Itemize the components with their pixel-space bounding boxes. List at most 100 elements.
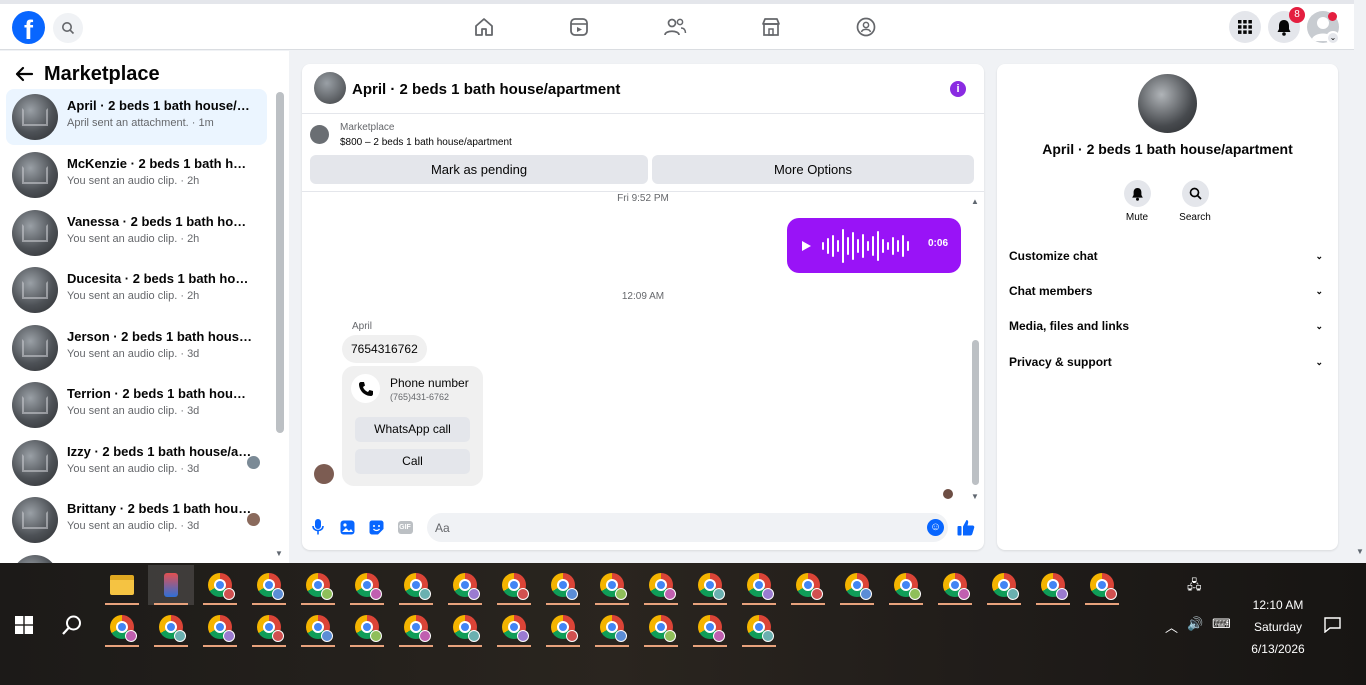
reels-icon[interactable] — [566, 14, 592, 40]
chrome-profile-icon[interactable] — [442, 565, 488, 605]
chrome-profile-icon[interactable] — [981, 565, 1027, 605]
chrome-profile-icon[interactable] — [197, 565, 243, 605]
friends-icon[interactable] — [662, 14, 688, 40]
more-options-button[interactable]: More Options — [652, 155, 974, 184]
facebook-logo[interactable]: f — [12, 11, 45, 44]
taskbar-search-icon[interactable] — [61, 614, 83, 636]
marketplace-icon[interactable] — [758, 14, 784, 40]
conversation-item[interactable] — [6, 550, 267, 563]
chrome-profile-icon[interactable] — [295, 607, 341, 647]
conversation-item[interactable]: Ducesita · 2 beds 1 bath house/apartment… — [6, 262, 267, 318]
keyboard-icon[interactable]: ⌨ — [1212, 616, 1231, 632]
search-conversation-button[interactable]: Search — [1170, 180, 1220, 223]
chrome-profile-icon[interactable] — [491, 565, 537, 605]
conversation-item[interactable]: Brittany · 2 beds 1 bath house/apartment… — [6, 492, 267, 548]
chrome-profile-icon[interactable] — [344, 607, 390, 647]
microphone-icon[interactable] — [310, 519, 326, 535]
info-icon[interactable]: i — [950, 81, 966, 97]
chevron-up-icon[interactable]: ︿ — [1165, 617, 1178, 636]
play-icon[interactable] — [801, 240, 812, 252]
conversation-item[interactable]: Izzy · 2 beds 1 bath house/apartment You… — [6, 435, 267, 491]
gif-icon[interactable]: GIF — [397, 519, 413, 535]
chrome-profile-icon[interactable] — [687, 607, 733, 647]
windows-start-icon[interactable] — [15, 616, 33, 634]
chrome-profile-icon[interactable] — [589, 607, 635, 647]
action-center-icon[interactable] — [1324, 617, 1341, 633]
listing-price-title[interactable]: $800 – 2 beds 1 bath house/apartment — [340, 137, 512, 148]
chrome-profile-icon[interactable] — [540, 565, 586, 605]
chrome-profile-icon[interactable] — [1079, 565, 1125, 605]
chrome-profile-icon[interactable] — [638, 565, 684, 605]
chrome-profile-icon[interactable] — [246, 565, 292, 605]
file-explorer-icon[interactable] — [99, 565, 145, 605]
chrome-profile-icon[interactable] — [638, 607, 684, 647]
chevron-down-icon[interactable]: ⌄ — [1326, 31, 1340, 45]
search-icon[interactable] — [53, 13, 83, 43]
chrome-profile-icon[interactable] — [589, 565, 635, 605]
listing-avatar[interactable] — [1138, 74, 1197, 133]
listing-thumbnail[interactable] — [310, 125, 329, 144]
like-icon[interactable] — [957, 518, 975, 536]
page-scrollbar[interactable] — [1354, 51, 1366, 563]
phone-number-card[interactable]: Phone number (765)431-6762 WhatsApp call… — [342, 366, 483, 486]
chrome-profile-icon[interactable] — [932, 565, 978, 605]
conversation-item[interactable]: April · 2 beds 1 bath house/apartment Ap… — [6, 89, 267, 145]
scroll-down-arrow[interactable]: ▼ — [971, 492, 979, 501]
notifications-icon[interactable]: 8 — [1268, 7, 1305, 43]
chat-scrollbar[interactable] — [972, 340, 979, 485]
system-clock[interactable]: 12:10 AM Saturday 6/13/2026 — [1241, 594, 1315, 660]
chrome-profile-icon[interactable] — [491, 607, 537, 647]
chrome-profile-icon[interactable] — [344, 565, 390, 605]
chrome-profile-icon[interactable] — [148, 607, 194, 647]
received-message-bubble[interactable]: 7654316762 — [342, 335, 427, 363]
chat-avatar[interactable] — [314, 72, 346, 104]
whatsapp-call-button[interactable]: WhatsApp call — [355, 417, 470, 442]
chat-members-section[interactable]: Chat members ⌄ — [1009, 279, 1327, 303]
chrome-profile-icon[interactable] — [99, 607, 145, 647]
call-button[interactable]: Call — [355, 449, 470, 474]
home-icon[interactable] — [471, 14, 497, 40]
message-input[interactable] — [435, 519, 905, 536]
volume-icon[interactable]: 🔊 — [1187, 616, 1203, 632]
chrome-profile-icon[interactable] — [834, 565, 880, 605]
chrome-profile-icon[interactable] — [785, 565, 831, 605]
section-label: Customize chat — [1009, 249, 1098, 263]
emoji-icon[interactable]: ☺ — [927, 519, 944, 536]
conversation-item[interactable]: Jerson · 2 beds 1 bath house/apartment Y… — [6, 320, 267, 376]
chrome-profile-icon[interactable] — [736, 607, 782, 647]
audio-waveform — [822, 228, 909, 263]
chrome-profile-icon[interactable] — [442, 607, 488, 647]
scroll-down-arrow[interactable]: ▼ — [275, 549, 283, 558]
customize-chat-section[interactable]: Customize chat ⌄ — [1009, 244, 1327, 268]
sender-avatar[interactable] — [314, 464, 334, 484]
conversation-list-scrollbar[interactable] — [276, 92, 284, 433]
chrome-profile-icon[interactable] — [883, 565, 929, 605]
scroll-down-arrow[interactable]: ▼ — [1356, 547, 1364, 556]
menu-grid-icon[interactable] — [1229, 11, 1261, 43]
chrome-profile-icon[interactable] — [540, 607, 586, 647]
scroll-up-arrow[interactable]: ▲ — [971, 197, 979, 206]
chrome-profile-icon[interactable] — [736, 565, 782, 605]
media-files-links-section[interactable]: Media, files and links ⌄ — [1009, 314, 1327, 338]
back-arrow-icon[interactable] — [14, 66, 34, 82]
chrome-profile-icon[interactable] — [295, 565, 341, 605]
conversation-item[interactable]: Vanessa · 2 beds 1 bath house/apartment … — [6, 205, 267, 261]
chrome-profile-icon[interactable] — [246, 607, 292, 647]
snipping-tool-icon[interactable] — [148, 565, 194, 605]
chrome-profile-icon[interactable] — [197, 607, 243, 647]
chrome-profile-icon[interactable] — [1030, 565, 1076, 605]
conversation-item[interactable]: McKenzie · 2 beds 1 bath house/apartment… — [6, 147, 267, 203]
chat-title[interactable]: April · 2 beds 1 bath house/apartment — [352, 81, 620, 98]
photo-icon[interactable] — [339, 519, 355, 535]
chrome-profile-icon[interactable] — [687, 565, 733, 605]
mark-as-pending-button[interactable]: Mark as pending — [310, 155, 648, 184]
sticker-icon[interactable] — [368, 519, 384, 535]
audio-message-bubble[interactable]: 0:06 — [787, 218, 961, 273]
conversation-item[interactable]: Terrion · 2 beds 1 bath house/apartment … — [6, 377, 267, 433]
chrome-profile-icon[interactable] — [393, 565, 439, 605]
chrome-profile-icon[interactable] — [393, 607, 439, 647]
privacy-support-section[interactable]: Privacy & support ⌄ — [1009, 350, 1327, 374]
groups-icon[interactable] — [853, 14, 879, 40]
mute-button[interactable]: Mute — [1112, 180, 1162, 223]
network-icon[interactable]: 🖧 — [1187, 576, 1202, 598]
